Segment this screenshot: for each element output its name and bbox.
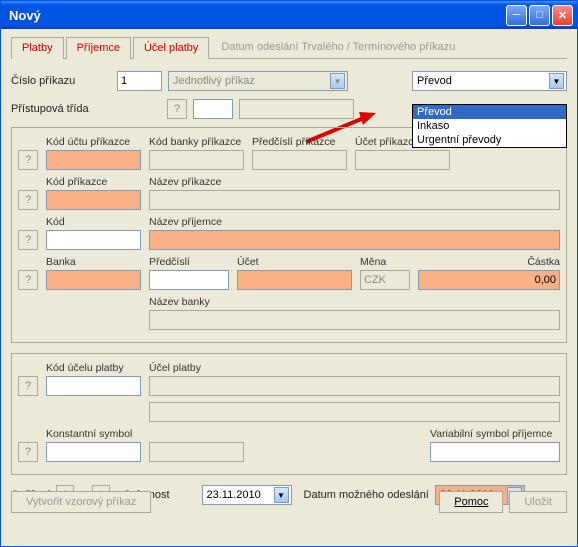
chevron-down-icon[interactable]: ▼ [549, 73, 564, 89]
label-nazev-prikazce: Název příkazce [149, 176, 560, 188]
window-title: Nový [9, 8, 506, 23]
label-ucet: Účet [237, 256, 352, 268]
row-cislo-prikazu: Číslo příkazu Jednotlivý příkaz ▼ Převod… [11, 71, 567, 91]
pomoc-button[interactable]: Pomoc [439, 491, 503, 513]
minimize-button[interactable]: ─ [506, 5, 527, 26]
input-ucel-platby-1 [149, 376, 560, 396]
dropdown-option-urgentni[interactable]: Urgentní převody [413, 133, 566, 147]
group-ucel: ? Kód účelu platby Účel platby ? Konstan… [11, 353, 567, 475]
input-nazev-banky [149, 310, 560, 330]
window: Nový ─ □ ✕ Platby Příjemce Účel platby D… [0, 0, 578, 547]
label-kod-ucelu: Kód účelu platby [46, 362, 141, 374]
input-mena [360, 270, 410, 290]
help-button[interactable]: ? [18, 442, 38, 462]
input-predcisli[interactable] [149, 270, 229, 290]
help-button[interactable]: ? [18, 150, 38, 170]
label-castka: Částka [418, 256, 560, 268]
label-kod-banky-prikazce: Kód banky příkazce [149, 136, 244, 148]
label-kod: Kód [46, 216, 141, 228]
input-banka[interactable] [46, 270, 141, 290]
titlebar-buttons: ─ □ ✕ [506, 5, 573, 26]
select-type-value: Převod [417, 75, 452, 87]
tab-datum-odeslani: Datum odeslání Trvalého / Termínového př… [211, 37, 465, 59]
close-button[interactable]: ✕ [552, 5, 573, 26]
input-konst-symbol[interactable] [46, 442, 141, 462]
input-nazev-prijemce[interactable] [149, 230, 560, 250]
input-ucet[interactable] [237, 270, 352, 290]
help-button[interactable]: ? [167, 99, 187, 119]
label-cislo-prikazu: Číslo příkazu [11, 75, 111, 87]
bottom-bar: Vytvořit vzorový příkaz Pomoc Uložit [11, 491, 567, 513]
dropdown-type-list: Převod Inkaso Urgentní převody [412, 104, 567, 148]
input-kod-uctu-prikazce[interactable] [46, 150, 141, 170]
help-button[interactable]: ? [18, 270, 38, 290]
label-pristupova-trida: Přístupová třída [11, 103, 161, 115]
input-nazev-prikazce [149, 190, 560, 210]
label-predcisli-prikazce: Předčíslí příkazce [252, 136, 347, 148]
select-type[interactable]: Převod ▼ [412, 71, 567, 91]
label-empty [149, 428, 244, 440]
input-predcisli-prikazce [252, 150, 347, 170]
input-konst-symbol-2 [149, 442, 244, 462]
vytvorit-button: Vytvořit vzorový příkaz [11, 491, 151, 513]
label-nazev-prijemce: Název příjemce [149, 216, 560, 228]
select-mode: Jednotlivý příkaz ▼ [168, 71, 348, 91]
input-pristupova-trida-2 [239, 99, 354, 119]
label-nazev-banky: Název banky [149, 296, 560, 308]
input-kod-prikazce[interactable] [46, 190, 141, 210]
group-main: ? Kód účtu příkazce Kód banky příkazce P… [11, 127, 567, 343]
input-ucet-prikazce [355, 150, 450, 170]
help-button[interactable]: ? [18, 376, 38, 396]
label-kod-prikazce: Kód příkazce [46, 176, 141, 188]
input-var-symbol[interactable] [430, 442, 560, 462]
label-konst-symbol: Konstantní symbol [46, 428, 141, 440]
ulozit-button: Uložit [509, 491, 567, 513]
label-kod-uctu-prikazce: Kód účtu příkazce [46, 136, 141, 148]
input-kod[interactable] [46, 230, 141, 250]
label-banka: Banka [46, 256, 141, 268]
dropdown-option-prevod[interactable]: Převod [413, 105, 566, 119]
label-ucel-platby: Účel platby [149, 362, 560, 374]
input-pristupova-trida-1[interactable] [193, 99, 233, 119]
input-kod-banky-prikazce [149, 150, 244, 170]
input-castka[interactable] [418, 270, 560, 290]
help-button[interactable]: ? [18, 190, 38, 210]
tab-bar: Platby Příjemce Účel platby Datum odeslá… [11, 37, 567, 59]
label-mena: Měna [360, 256, 410, 268]
titlebar: Nový ─ □ ✕ [1, 1, 577, 29]
content: Platby Příjemce Účel platby Datum odeslá… [1, 29, 577, 521]
tab-platby[interactable]: Platby [11, 37, 64, 59]
input-ucel-platby-2 [149, 402, 560, 422]
chevron-down-icon: ▼ [330, 73, 345, 89]
input-cislo-prikazu[interactable] [117, 71, 162, 91]
label-predcisli: Předčíslí [149, 256, 229, 268]
dropdown-option-inkaso[interactable]: Inkaso [413, 119, 566, 133]
tab-prijemce[interactable]: Příjemce [66, 37, 131, 59]
select-mode-value: Jednotlivý příkaz [173, 75, 255, 87]
tab-ucel-platby[interactable]: Účel platby [133, 37, 209, 59]
label-var-symbol: Variabilní symbol příjemce [430, 428, 560, 440]
maximize-button[interactable]: □ [529, 5, 550, 26]
input-kod-ucelu[interactable] [46, 376, 141, 396]
help-button[interactable]: ? [18, 230, 38, 250]
